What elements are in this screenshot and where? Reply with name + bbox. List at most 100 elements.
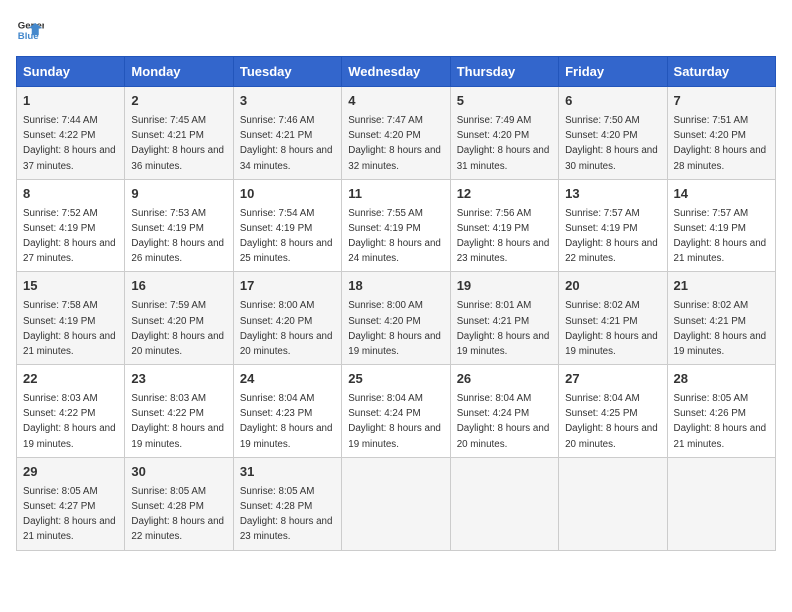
calendar-cell: 31 Sunrise: 8:05 AMSunset: 4:28 PMDayligh… — [233, 457, 341, 550]
day-number: 24 — [240, 370, 335, 389]
calendar-cell: 12 Sunrise: 7:56 AMSunset: 4:19 PMDayligh… — [450, 179, 558, 272]
day-number: 29 — [23, 463, 118, 482]
calendar-cell: 13Sunrise: 7:57 AMSunset: 4:19 PMDayligh… — [559, 179, 667, 272]
calendar-cell: 5Sunrise: 7:49 AMSunset: 4:20 PMDaylight… — [450, 87, 558, 180]
calendar-cell: 27 Sunrise: 8:04 AMSunset: 4:25 PMDayligh… — [559, 365, 667, 458]
day-info: Sunrise: 8:04 AMSunset: 4:24 PMDaylight:… — [348, 393, 441, 450]
calendar-cell: 14 Sunrise: 7:57 AMSunset: 4:19 PMDayligh… — [667, 179, 775, 272]
day-info: Sunrise: 8:03 AMSunset: 4:22 PMDaylight:… — [23, 393, 116, 450]
calendar-cell: 19 Sunrise: 8:01 AMSunset: 4:21 PMDayligh… — [450, 272, 558, 365]
day-info: Sunrise: 7:57 AMSunset: 4:19 PMDaylight:… — [674, 208, 767, 265]
day-number: 20 — [565, 277, 660, 296]
day-info: Sunrise: 8:00 AMSunset: 4:20 PMDaylight:… — [348, 300, 441, 357]
weekday-header-monday: Monday — [125, 57, 233, 87]
day-info: Sunrise: 8:01 AMSunset: 4:21 PMDaylight:… — [457, 300, 550, 357]
calendar-cell: 21 Sunrise: 8:02 AMSunset: 4:21 PMDayligh… — [667, 272, 775, 365]
day-number: 6 — [565, 92, 660, 111]
day-number: 8 — [23, 185, 118, 204]
calendar-cell: 1 Sunrise: 7:44 AMSunset: 4:22 PMDaylight… — [17, 87, 125, 180]
calendar-cell: 10 Sunrise: 7:54 AMSunset: 4:19 PMDayligh… — [233, 179, 341, 272]
calendar-cell: 2 Sunrise: 7:45 AMSunset: 4:21 PMDaylight… — [125, 87, 233, 180]
day-info: Sunrise: 8:05 AMSunset: 4:26 PMDaylight:… — [674, 393, 767, 450]
day-number: 21 — [674, 277, 769, 296]
day-info: Sunrise: 8:04 AMSunset: 4:23 PMDaylight:… — [240, 393, 333, 450]
calendar-cell: 6 Sunrise: 7:50 AMSunset: 4:20 PMDaylight… — [559, 87, 667, 180]
logo-icon: General Blue — [16, 16, 44, 44]
day-number: 10 — [240, 185, 335, 204]
calendar-cell: 26 Sunrise: 8:04 AMSunset: 4:24 PMDayligh… — [450, 365, 558, 458]
day-number: 31 — [240, 463, 335, 482]
day-info: Sunrise: 7:53 AMSunset: 4:19 PMDaylight:… — [131, 208, 224, 265]
calendar-cell: 22Sunrise: 8:03 AMSunset: 4:22 PMDayligh… — [17, 365, 125, 458]
calendar-week-2: 8 Sunrise: 7:52 AMSunset: 4:19 PMDaylight… — [17, 179, 776, 272]
day-number: 14 — [674, 185, 769, 204]
calendar-cell — [559, 457, 667, 550]
calendar-cell: 25 Sunrise: 8:04 AMSunset: 4:24 PMDayligh… — [342, 365, 450, 458]
day-info: Sunrise: 7:44 AMSunset: 4:22 PMDaylight:… — [23, 115, 116, 172]
weekday-header-thursday: Thursday — [450, 57, 558, 87]
day-info: Sunrise: 7:54 AMSunset: 4:19 PMDaylight:… — [240, 208, 333, 265]
weekday-header-sunday: Sunday — [17, 57, 125, 87]
day-number: 11 — [348, 185, 443, 204]
day-number: 7 — [674, 92, 769, 111]
day-number: 2 — [131, 92, 226, 111]
day-info: Sunrise: 7:46 AMSunset: 4:21 PMDaylight:… — [240, 115, 333, 172]
day-info: Sunrise: 7:56 AMSunset: 4:19 PMDaylight:… — [457, 208, 550, 265]
day-number: 19 — [457, 277, 552, 296]
day-info: Sunrise: 7:50 AMSunset: 4:20 PMDaylight:… — [565, 115, 658, 172]
day-info: Sunrise: 8:05 AMSunset: 4:27 PMDaylight:… — [23, 486, 116, 543]
calendar-week-5: 29 Sunrise: 8:05 AMSunset: 4:27 PMDayligh… — [17, 457, 776, 550]
day-info: Sunrise: 7:45 AMSunset: 4:21 PMDaylight:… — [131, 115, 224, 172]
weekday-header-saturday: Saturday — [667, 57, 775, 87]
calendar-cell — [342, 457, 450, 550]
calendar-cell — [450, 457, 558, 550]
day-number: 28 — [674, 370, 769, 389]
calendar-cell: 15 Sunrise: 7:58 AMSunset: 4:19 PMDayligh… — [17, 272, 125, 365]
calendar-week-1: 1 Sunrise: 7:44 AMSunset: 4:22 PMDaylight… — [17, 87, 776, 180]
day-info: Sunrise: 8:05 AMSunset: 4:28 PMDaylight:… — [131, 486, 224, 543]
weekday-header-wednesday: Wednesday — [342, 57, 450, 87]
day-number: 30 — [131, 463, 226, 482]
day-number: 1 — [23, 92, 118, 111]
day-info: Sunrise: 7:58 AMSunset: 4:19 PMDaylight:… — [23, 300, 116, 357]
day-info: Sunrise: 8:02 AMSunset: 4:21 PMDaylight:… — [565, 300, 658, 357]
day-number: 12 — [457, 185, 552, 204]
day-number: 4 — [348, 92, 443, 111]
day-info: Sunrise: 8:04 AMSunset: 4:24 PMDaylight:… — [457, 393, 550, 450]
day-number: 26 — [457, 370, 552, 389]
calendar-cell: 24 Sunrise: 8:04 AMSunset: 4:23 PMDayligh… — [233, 365, 341, 458]
day-info: Sunrise: 8:00 AMSunset: 4:20 PMDaylight:… — [240, 300, 333, 357]
calendar-week-4: 22Sunrise: 8:03 AMSunset: 4:22 PMDayligh… — [17, 365, 776, 458]
calendar-cell: 4Sunrise: 7:47 AMSunset: 4:20 PMDaylight… — [342, 87, 450, 180]
calendar-cell: 28 Sunrise: 8:05 AMSunset: 4:26 PMDayligh… — [667, 365, 775, 458]
day-number: 27 — [565, 370, 660, 389]
day-number: 3 — [240, 92, 335, 111]
calendar-cell: 11 Sunrise: 7:55 AMSunset: 4:19 PMDayligh… — [342, 179, 450, 272]
day-info: Sunrise: 7:55 AMSunset: 4:19 PMDaylight:… — [348, 208, 441, 265]
day-info: Sunrise: 7:59 AMSunset: 4:20 PMDaylight:… — [131, 300, 224, 357]
day-info: Sunrise: 7:49 AMSunset: 4:20 PMDaylight:… — [457, 115, 550, 172]
calendar-table: SundayMondayTuesdayWednesdayThursdayFrid… — [16, 56, 776, 551]
day-info: Sunrise: 8:04 AMSunset: 4:25 PMDaylight:… — [565, 393, 658, 450]
calendar-cell: 18 Sunrise: 8:00 AMSunset: 4:20 PMDayligh… — [342, 272, 450, 365]
calendar-cell: 7 Sunrise: 7:51 AMSunset: 4:20 PMDaylight… — [667, 87, 775, 180]
day-number: 25 — [348, 370, 443, 389]
calendar-week-3: 15 Sunrise: 7:58 AMSunset: 4:19 PMDayligh… — [17, 272, 776, 365]
weekday-header-friday: Friday — [559, 57, 667, 87]
calendar-cell: 30 Sunrise: 8:05 AMSunset: 4:28 PMDayligh… — [125, 457, 233, 550]
day-info: Sunrise: 7:51 AMSunset: 4:20 PMDaylight:… — [674, 115, 767, 172]
day-number: 15 — [23, 277, 118, 296]
day-info: Sunrise: 8:03 AMSunset: 4:22 PMDaylight:… — [131, 393, 224, 450]
calendar-cell: 16Sunrise: 7:59 AMSunset: 4:20 PMDayligh… — [125, 272, 233, 365]
day-number: 18 — [348, 277, 443, 296]
calendar-cell: 29 Sunrise: 8:05 AMSunset: 4:27 PMDayligh… — [17, 457, 125, 550]
calendar-cell: 23Sunrise: 8:03 AMSunset: 4:22 PMDayligh… — [125, 365, 233, 458]
calendar-cell — [667, 457, 775, 550]
calendar-cell: 8 Sunrise: 7:52 AMSunset: 4:19 PMDaylight… — [17, 179, 125, 272]
page-header: General Blue — [16, 16, 776, 44]
calendar-cell: 3 Sunrise: 7:46 AMSunset: 4:21 PMDaylight… — [233, 87, 341, 180]
svg-text:General: General — [18, 20, 44, 31]
day-info: Sunrise: 7:52 AMSunset: 4:19 PMDaylight:… — [23, 208, 116, 265]
day-info: Sunrise: 8:02 AMSunset: 4:21 PMDaylight:… — [674, 300, 767, 357]
day-info: Sunrise: 8:05 AMSunset: 4:28 PMDaylight:… — [240, 486, 333, 543]
